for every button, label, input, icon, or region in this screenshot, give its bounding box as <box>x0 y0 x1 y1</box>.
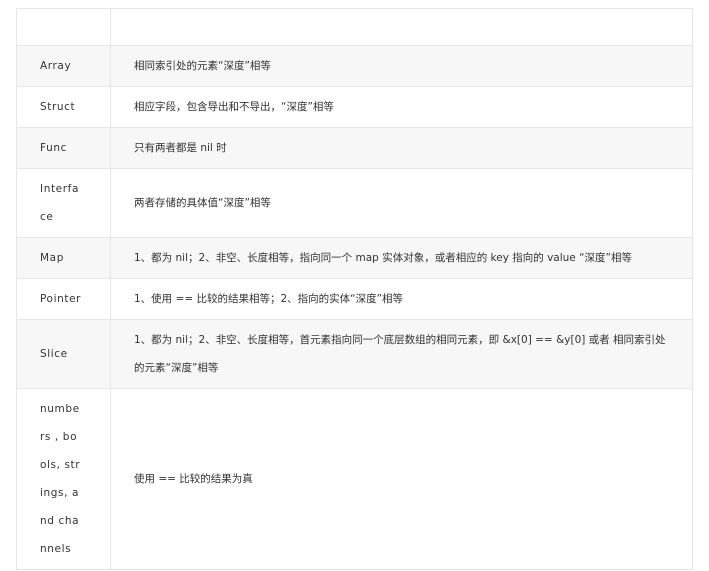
type-cell: Struct <box>16 86 111 128</box>
type-cell: Func <box>16 127 111 169</box>
rule-cell: 使用 == 比较的结果为真 <box>110 388 693 570</box>
table-row: Struct 相应字段，包含导出和不导出，“深度”相等 <box>16 86 693 128</box>
deep-equal-rules-table: Array 相同索引处的元素“深度”相等 Struct 相应字段，包含导出和不导… <box>16 8 693 570</box>
table-row: numbers , bools, strings, and channels 使… <box>16 388 693 570</box>
table-row: Slice 1、都为 nil；2、非空、长度相等，首元素指向同一个底层数组的相同… <box>16 319 693 389</box>
deep-equal-rules-table-container: Array 相同索引处的元素“深度”相等 Struct 相应字段，包含导出和不导… <box>16 8 693 570</box>
rule-cell: 1、都为 nil；2、非空、长度相等，首元素指向同一个底层数组的相同元素，即 &… <box>110 319 693 389</box>
table-row: Map 1、都为 nil；2、非空、长度相等，指向同一个 map 实体对象，或者… <box>16 237 693 279</box>
table-row: Pointer 1、使用 == 比较的结果相等；2、指向的实体“深度”相等 <box>16 278 693 320</box>
header-cell-type <box>16 8 111 46</box>
table-row: Interface 两者存储的具体值“深度”相等 <box>16 168 693 238</box>
type-cell: Slice <box>16 319 111 389</box>
type-cell: Array <box>16 45 111 87</box>
table-header-row <box>16 8 693 46</box>
rule-cell: 相应字段，包含导出和不导出，“深度”相等 <box>110 86 693 128</box>
type-cell: Pointer <box>16 278 111 320</box>
rule-cell: 只有两者都是 nil 时 <box>110 127 693 169</box>
table-row: Func 只有两者都是 nil 时 <box>16 127 693 169</box>
rule-cell: 两者存储的具体值“深度”相等 <box>110 168 693 238</box>
type-cell: Map <box>16 237 111 279</box>
rule-cell: 相同索引处的元素“深度”相等 <box>110 45 693 87</box>
rule-cell: 1、使用 == 比较的结果相等；2、指向的实体“深度”相等 <box>110 278 693 320</box>
rule-cell: 1、都为 nil；2、非空、长度相等，指向同一个 map 实体对象，或者相应的 … <box>110 237 693 279</box>
header-cell-rule <box>110 8 693 46</box>
type-cell: numbers , bools, strings, and channels <box>16 388 111 570</box>
type-cell: Interface <box>16 168 111 238</box>
table-row: Array 相同索引处的元素“深度”相等 <box>16 45 693 87</box>
